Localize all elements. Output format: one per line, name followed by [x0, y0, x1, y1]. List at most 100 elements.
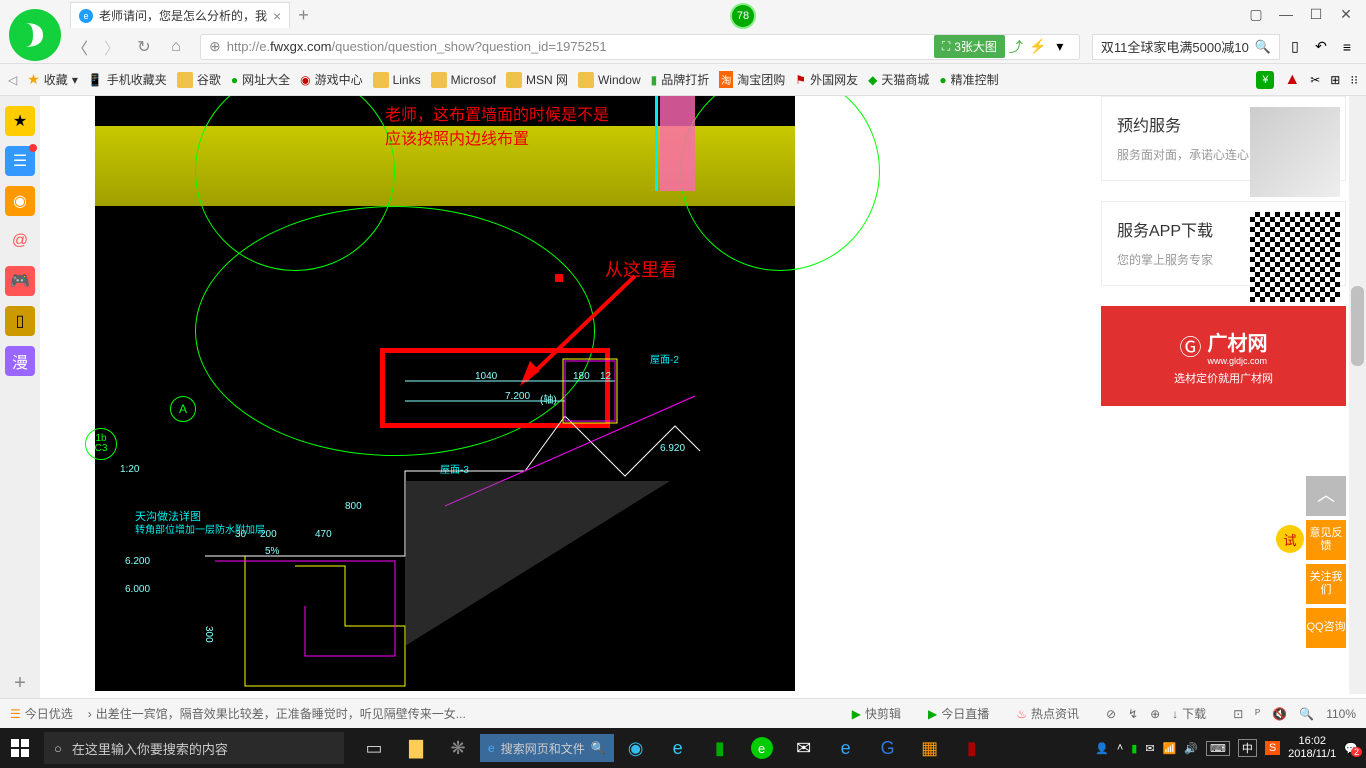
tray-volume-icon[interactable]: 🔊: [1184, 742, 1198, 755]
bookmark-taobao[interactable]: 淘淘宝团购: [719, 71, 785, 88]
feedback-button[interactable]: 意见反馈: [1306, 520, 1346, 560]
taskbar-app5[interactable]: ▦: [910, 728, 950, 768]
taskbar-app2[interactable]: ◉: [616, 728, 656, 768]
card-app-download[interactable]: 服务APP下载 您的掌上服务专家: [1101, 201, 1346, 286]
reload-button[interactable]: ↻: [132, 35, 156, 59]
taskbar-app6[interactable]: ▮: [952, 728, 992, 768]
minimize-button[interactable]: ―: [1271, 0, 1301, 28]
shield-icon[interactable]: ¥: [1256, 71, 1274, 89]
status-icon-2[interactable]: ↯: [1128, 707, 1138, 721]
taskbar-app4[interactable]: G: [868, 728, 908, 768]
bookmark-tmall[interactable]: ◆天猫商城: [868, 71, 929, 88]
scroll-top-button[interactable]: ︿: [1306, 476, 1346, 516]
tray-people-icon[interactable]: 👤: [1095, 742, 1109, 755]
try-badge[interactable]: 试: [1276, 525, 1304, 553]
screenshot-button[interactable]: ⛶ 3张大图: [934, 35, 1005, 58]
bookmark-links[interactable]: Links: [373, 72, 421, 88]
sidebar-news[interactable]: ☰: [5, 146, 35, 176]
share-icon[interactable]: ⤴: [1005, 36, 1027, 58]
favorites-button[interactable]: ★收藏 ▾: [27, 71, 78, 88]
tray-ime[interactable]: 中: [1238, 739, 1257, 757]
forward-button[interactable]: 〉: [100, 35, 124, 59]
tray-sogou-icon[interactable]: S: [1265, 741, 1280, 755]
extension-icon[interactable]: ⊞: [1330, 73, 1340, 87]
taskbar-explorer[interactable]: ▇: [396, 728, 436, 768]
taskbar-app1[interactable]: ❋: [438, 728, 478, 768]
status-icon-4[interactable]: ⊡: [1233, 707, 1243, 721]
bookmark-foreign[interactable]: ⚑外国网友: [795, 71, 858, 88]
accelerator-badge[interactable]: 78: [730, 3, 756, 29]
bookmark-ms[interactable]: Microsof: [431, 72, 496, 88]
sidebar-favorite[interactable]: ★: [5, 106, 35, 136]
qq-button[interactable]: QQ咨询: [1306, 608, 1346, 648]
mute-icon[interactable]: 🔇: [1272, 707, 1287, 721]
maximize-button[interactable]: ☐: [1301, 0, 1331, 28]
new-tab-button[interactable]: +: [298, 5, 309, 26]
notification-button[interactable]: 💬2: [1344, 742, 1358, 755]
reader-icon[interactable]: ▯: [1284, 36, 1306, 58]
skin-button[interactable]: ▢: [1241, 0, 1271, 28]
hotnews[interactable]: ♨热点资讯: [1016, 705, 1079, 722]
bookmark-msn[interactable]: MSN 网: [506, 71, 568, 88]
zoom-icon[interactable]: 🔍: [1299, 707, 1314, 721]
dropdown-icon[interactable]: ▾: [1049, 36, 1071, 58]
start-button[interactable]: [0, 728, 40, 768]
task-view-icon[interactable]: ▭: [354, 728, 394, 768]
today-picks[interactable]: ☰今日优选: [10, 705, 73, 722]
url-box[interactable]: ⊕ http://e.fwxgx.com/question/question_s…: [200, 34, 1080, 60]
tray-mail-icon[interactable]: ✉: [1145, 742, 1154, 755]
scissors-icon[interactable]: ✂: [1310, 73, 1320, 87]
bookmark-brand[interactable]: ▮品牌打折: [651, 71, 710, 88]
close-button[interactable]: ✕: [1331, 0, 1361, 28]
taskbar-ie[interactable]: e: [658, 728, 698, 768]
home-button[interactable]: ⌂: [164, 35, 188, 59]
tray-app-icon[interactable]: ▮: [1131, 742, 1137, 755]
news-ticker[interactable]: ›出差住一宾馆，隔音效果比较差，正准备睡觉时，听见隔壁传来一女...: [88, 705, 466, 722]
tray-up-icon[interactable]: ˄: [1117, 742, 1123, 754]
bookmark-games[interactable]: ◉游戏中心: [300, 71, 363, 88]
notification-icon[interactable]: ▲: [1284, 71, 1300, 89]
sidebar-book[interactable]: ▯: [5, 306, 35, 336]
bookmark-google[interactable]: 谷歌: [177, 71, 221, 88]
taskbar-mail[interactable]: ✉: [784, 728, 824, 768]
bookmark-window[interactable]: Window: [578, 72, 641, 88]
search-icon[interactable]: 🔍: [1255, 39, 1271, 55]
apps-icon[interactable]: ⁝⁝: [1350, 73, 1358, 87]
status-icon-3[interactable]: ⊕: [1150, 707, 1160, 721]
taskbar-app3[interactable]: ▮: [700, 728, 740, 768]
ad-banner[interactable]: Ⓖ 广材网 www.gldjc.com 选材定价就用广材网: [1101, 306, 1346, 406]
menu-icon[interactable]: ≡: [1336, 36, 1358, 58]
status-icon-1[interactable]: ⊘: [1106, 707, 1116, 721]
taskbar-edge[interactable]: e: [826, 728, 866, 768]
taskbar-edge-search[interactable]: e 搜索网页和文件 🔍: [480, 734, 614, 762]
scrollbar-thumb[interactable]: [1351, 286, 1364, 366]
sidebar-at[interactable]: @: [5, 226, 35, 256]
sidebar-weibo[interactable]: ◉: [5, 186, 35, 216]
taskbar-clock[interactable]: 16:02 2018/11/1: [1288, 735, 1336, 761]
live[interactable]: ▶今日直播: [928, 705, 989, 722]
bookmark-mobile[interactable]: 📱手机收藏夹: [88, 71, 167, 88]
follow-button[interactable]: 关注我们: [1306, 564, 1346, 604]
card-appointment[interactable]: 预约服务 服务面对面，承诺心连心: [1101, 96, 1346, 181]
sidebar-add[interactable]: +: [5, 668, 35, 698]
browser-tab[interactable]: e 老师请问，您是怎么分析的，我 ×: [70, 2, 290, 28]
bookmark-sites[interactable]: ●网址大全: [231, 71, 290, 88]
back-button[interactable]: 〈: [68, 35, 92, 59]
sidebar-game[interactable]: 🎮: [5, 266, 35, 296]
undo-icon[interactable]: ↶: [1310, 36, 1332, 58]
bookmark-precise[interactable]: ●精准控制: [939, 71, 998, 88]
tray-ime-lang[interactable]: ⌨: [1206, 741, 1230, 756]
taskbar-search[interactable]: ○ 在这里输入你要搜索的内容: [44, 732, 344, 764]
status-icon-5[interactable]: ᴾ: [1255, 707, 1260, 721]
search-box[interactable]: 双11全球家电满5000减10 🔍: [1092, 34, 1280, 60]
sidebar-manhua[interactable]: 漫: [5, 346, 35, 376]
bookbar-left-arrow[interactable]: ◁: [8, 73, 17, 87]
zoom-level[interactable]: 110%: [1326, 707, 1356, 721]
bolt-icon[interactable]: ⚡: [1027, 36, 1049, 58]
scrollbar[interactable]: [1349, 96, 1366, 694]
tab-close-icon[interactable]: ×: [273, 8, 281, 24]
download[interactable]: ↓下载: [1172, 705, 1206, 722]
taskbar-browser[interactable]: e: [742, 728, 782, 768]
quickclip[interactable]: ▶快剪辑: [852, 705, 901, 722]
tray-network-icon[interactable]: 📶: [1163, 742, 1177, 755]
